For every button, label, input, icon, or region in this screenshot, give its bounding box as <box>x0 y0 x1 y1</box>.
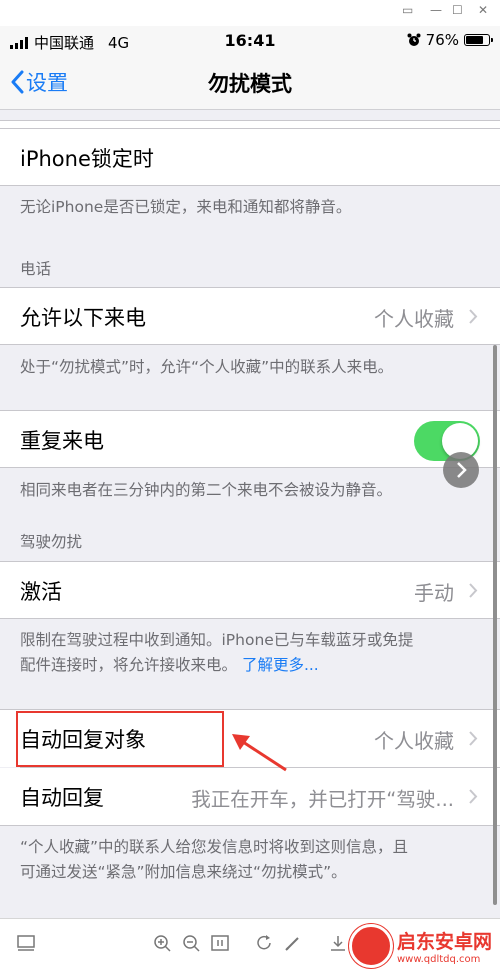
driving-footer-line1: 限制在驾驶过程中收到通知。iPhone已与车载蓝牙或免提 <box>20 631 414 649</box>
status-bar: 中国联通 4G 16:41 76% <box>0 26 500 56</box>
repeated-calls-row: 重复来电 <box>0 410 500 468</box>
battery-percent: 76% <box>425 31 459 49</box>
rotate-icon[interactable] <box>255 933 275 953</box>
auto-reply-row[interactable]: 自动回复 我正在开车，并已打开“驾驶... <box>0 768 500 826</box>
allow-calls-row[interactable]: 允许以下来电 个人收藏 <box>0 287 500 345</box>
auto-reply-footer-line1: “个人收藏”中的联系人给您发信息时将收到这则信息，且 <box>20 838 409 856</box>
auto-reply-to-value: 个人收藏 <box>374 729 454 753</box>
driving-footer-line2: 配件连接时，将允许接收来电。 <box>20 656 238 674</box>
learn-more-link[interactable]: 了解更多... <box>242 656 319 674</box>
window-chrome: ▭ — ☐ ✕ <box>0 0 500 26</box>
maximize-icon[interactable]: ☐ <box>452 3 463 17</box>
chevron-right-icon <box>469 309 478 324</box>
chevron-right-icon <box>469 583 478 598</box>
annotation-highlight-box <box>16 711 224 767</box>
alarm-icon <box>407 33 421 46</box>
allow-calls-footer: 处于“勿扰模式”时，允许“个人收藏”中的联系人来电。 <box>20 358 394 376</box>
annotation-arrow <box>232 734 287 772</box>
close-icon[interactable]: ✕ <box>478 3 488 17</box>
auto-reply-footer-line2: 可通过发送“紧急”附加信息来绕过“勿扰模式”。 <box>20 863 347 881</box>
section-header-phone: 电话 <box>20 260 52 278</box>
viewer-toolbar: 启东安卓网 www.qdltdq.com <box>0 918 500 974</box>
watermark-logo-icon <box>348 924 393 968</box>
scrollbar-thumb[interactable] <box>493 345 497 905</box>
chevron-right-icon <box>469 789 478 804</box>
watermark-name: 启东安卓网 <box>396 931 492 953</box>
navigation-bar: 设置 勿扰模式 <box>0 56 500 110</box>
activate-value: 手动 <box>414 581 454 605</box>
iphone-locked-row[interactable]: iPhone锁定时 <box>0 128 500 186</box>
auto-reply-label: 自动回复 <box>20 786 104 810</box>
battery-fill <box>466 36 483 44</box>
auto-reply-value: 我正在开车，并已打开“驾驶... <box>191 788 454 811</box>
zoom-in-icon[interactable] <box>152 933 172 953</box>
floating-next-button[interactable] <box>443 452 479 488</box>
repeated-calls-label: 重复来电 <box>20 429 104 453</box>
chevron-right-icon <box>469 731 478 746</box>
allow-calls-value: 个人收藏 <box>374 307 454 331</box>
section-header-driving: 驾驶勿扰 <box>20 533 83 551</box>
actual-size-icon[interactable] <box>210 933 230 953</box>
edit-pen-icon[interactable] <box>283 933 303 953</box>
thumbnail-icon[interactable] <box>16 933 36 953</box>
watermark-url: www.qdltdq.com <box>396 954 481 965</box>
allow-calls-label: 允许以下来电 <box>20 306 146 330</box>
chevron-right-icon <box>457 462 467 478</box>
site-watermark: 启东安卓网 www.qdltdq.com <box>348 924 492 968</box>
activate-label: 激活 <box>20 580 62 604</box>
iphone-locked-footer: 无论iPhone是否已锁定，来电和通知都将静音。 <box>20 198 352 216</box>
auto-reply-footer: “个人收藏”中的联系人给您发信息时将收到这则信息，且 可通过发送“紧急”附加信息… <box>20 835 480 885</box>
minimize-icon[interactable]: — <box>430 3 442 17</box>
repeated-calls-footer: 相同来电者在三分钟内的第二个来电不会被设为静音。 <box>20 481 393 499</box>
iphone-locked-label: iPhone锁定时 <box>20 147 154 171</box>
driving-footer: 限制在驾驶过程中收到通知。iPhone已与车载蓝牙或免提 配件连接时，将允许接收… <box>20 628 480 678</box>
page-title: 勿扰模式 <box>208 72 292 96</box>
activate-row[interactable]: 激活 手动 <box>0 561 500 619</box>
window-icon[interactable]: ▭ <box>402 3 413 17</box>
download-icon[interactable] <box>328 933 348 953</box>
battery-icon <box>464 34 493 46</box>
zoom-out-icon[interactable] <box>181 933 201 953</box>
